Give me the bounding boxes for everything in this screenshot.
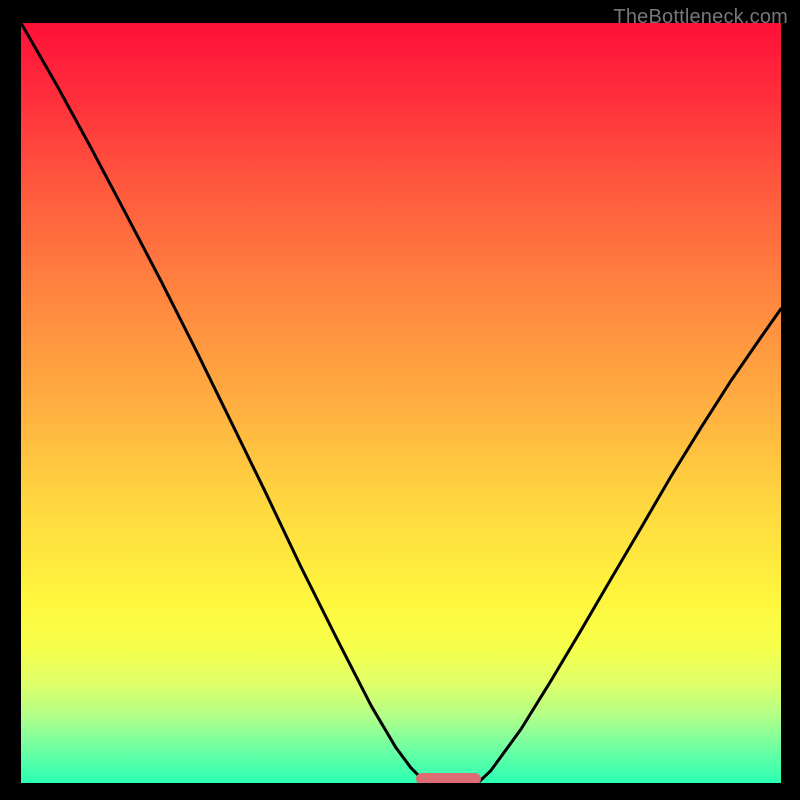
chart-frame: TheBottleneck.com: [0, 0, 800, 800]
bottleneck-curve: [21, 23, 781, 783]
optimal-range-marker: [416, 773, 481, 783]
curve-left-branch: [21, 23, 426, 783]
curve-right-branch: [478, 309, 781, 783]
plot-area: [21, 23, 781, 783]
